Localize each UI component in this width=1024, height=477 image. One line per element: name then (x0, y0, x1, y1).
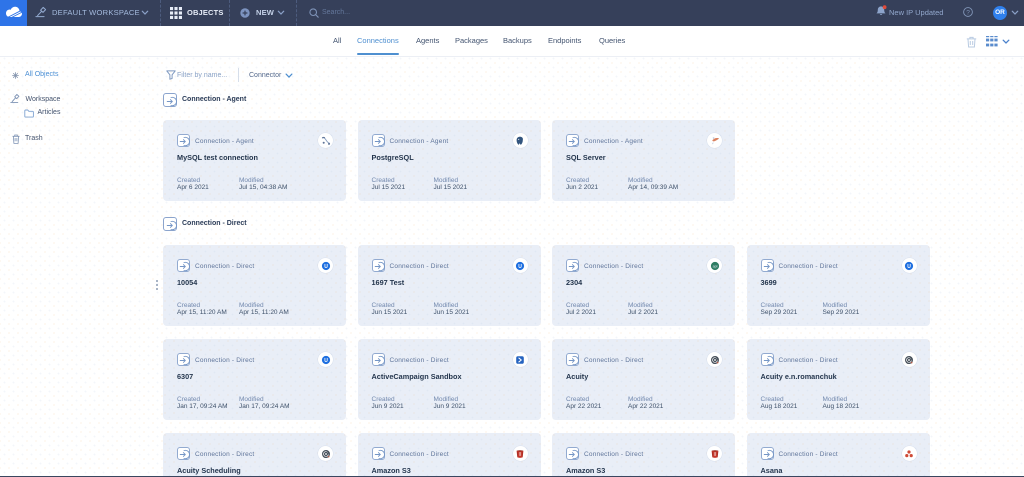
svg-text:api: api (712, 264, 717, 268)
svg-text:U: U (324, 358, 328, 364)
svg-text:U: U (324, 264, 328, 270)
svg-text:U: U (518, 264, 522, 270)
svg-text:U: U (907, 264, 911, 270)
svg-text:?: ? (966, 9, 970, 16)
